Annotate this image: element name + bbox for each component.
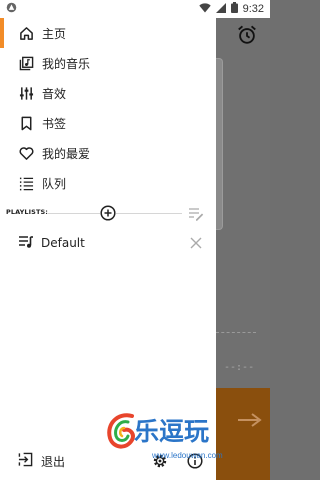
nav-item-label: 书签: [42, 116, 67, 131]
playlist-item-label: Default: [41, 236, 85, 250]
signal-icon: [215, 2, 226, 16]
add-playlist-button[interactable]: [100, 205, 116, 221]
edit-playlists-button[interactable]: [188, 206, 204, 221]
home-icon: [18, 25, 34, 41]
bookmark-icon: [18, 115, 34, 131]
playlist-icon: [18, 234, 34, 253]
background-divider: [216, 332, 256, 333]
background-time: --:--: [224, 362, 255, 373]
equalizer-icon: [18, 85, 34, 101]
app-notification-icon: [6, 2, 17, 16]
heart-icon: [18, 145, 34, 161]
queue-icon: [18, 175, 34, 191]
playlists-label: PLAYLISTS:: [6, 208, 48, 216]
add-circle-icon: [100, 205, 116, 221]
battery-icon: [230, 2, 238, 16]
close-icon: [190, 237, 202, 249]
nav-item-equalizer[interactable]: 音效: [0, 78, 216, 108]
status-time: 9:32: [242, 3, 264, 15]
exit-label: 退出: [41, 455, 66, 469]
music-library-icon: [18, 55, 34, 71]
nav-item-label: 队列: [42, 176, 67, 191]
nav-item-label: 我的最爱: [42, 146, 91, 161]
nav-item-home[interactable]: 主页: [0, 18, 216, 48]
nav-item-queue[interactable]: 队列: [0, 168, 216, 198]
status-bar: 9:32: [0, 0, 270, 18]
watermark-swirl-icon: [107, 413, 135, 449]
nav-item-label: 音效: [42, 86, 67, 101]
wifi-icon: [198, 2, 211, 16]
alarm-icon[interactable]: [236, 24, 258, 46]
exit-button[interactable]: 退出: [18, 452, 65, 471]
nav-item-label: 我的音乐: [42, 56, 91, 71]
edit-list-icon: [189, 208, 204, 221]
status-icons: 9:32: [198, 2, 264, 16]
playlists-header: PLAYLISTS:: [0, 203, 216, 223]
nav-item-label: 主页: [42, 26, 67, 41]
background-card: [216, 58, 223, 230]
nav-item-favorites[interactable]: 我的最爱: [0, 138, 216, 168]
nav-item-my-music[interactable]: 我的音乐: [0, 48, 216, 78]
watermark-logo: 乐逗玩 www.ledouwan.com: [104, 408, 270, 468]
exit-icon: [18, 452, 33, 471]
watermark-text: 乐逗玩: [134, 417, 210, 446]
playlist-item-default[interactable]: Default: [0, 232, 216, 254]
remove-playlist-button[interactable]: [188, 235, 204, 251]
nav-item-bookmarks[interactable]: 书签: [0, 108, 216, 138]
watermark-url: www.ledouwan.com: [152, 451, 223, 460]
